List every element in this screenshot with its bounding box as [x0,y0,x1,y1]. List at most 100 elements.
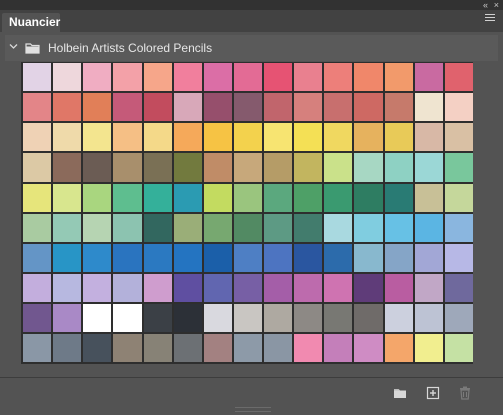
color-swatch[interactable] [444,153,473,182]
color-swatch[interactable] [53,153,82,182]
color-swatch[interactable] [354,243,383,272]
color-swatch[interactable] [23,63,52,92]
color-swatch[interactable] [53,213,82,242]
color-swatch[interactable] [324,183,353,212]
color-swatch[interactable] [294,63,323,92]
color-swatch[interactable] [414,304,443,333]
color-swatch[interactable] [324,243,353,272]
color-swatch[interactable] [233,243,262,272]
color-swatch[interactable] [384,183,413,212]
color-swatch[interactable] [444,183,473,212]
color-swatch[interactable] [354,123,383,152]
color-swatch[interactable] [294,243,323,272]
color-swatch[interactable] [203,304,232,333]
color-swatch[interactable] [203,273,232,302]
color-swatch[interactable] [83,153,112,182]
chevron-down-icon[interactable] [8,41,19,52]
color-swatch[interactable] [354,213,383,242]
color-swatch[interactable] [53,243,82,272]
color-swatch[interactable] [113,93,142,122]
color-swatch[interactable] [384,93,413,122]
color-swatch[interactable] [444,213,473,242]
color-swatch[interactable] [264,243,293,272]
color-swatch[interactable] [444,243,473,272]
color-swatch[interactable] [143,123,172,152]
color-swatch[interactable] [173,153,202,182]
color-swatch[interactable] [384,334,413,363]
color-swatch[interactable] [294,153,323,182]
color-swatch[interactable] [444,273,473,302]
color-swatch[interactable] [384,243,413,272]
color-swatch[interactable] [414,63,443,92]
color-swatch[interactable] [264,63,293,92]
color-swatch[interactable] [113,243,142,272]
color-swatch[interactable] [23,183,52,212]
color-swatch[interactable] [173,304,202,333]
color-swatch[interactable] [233,63,262,92]
color-swatch[interactable] [53,63,82,92]
new-swatch-icon[interactable] [425,385,441,401]
color-swatch[interactable] [264,153,293,182]
color-swatch[interactable] [173,213,202,242]
color-swatch[interactable] [264,213,293,242]
color-swatch[interactable] [233,153,262,182]
color-swatch[interactable] [324,63,353,92]
color-swatch[interactable] [354,183,383,212]
color-swatch[interactable] [444,334,473,363]
panel-menu-icon[interactable] [485,14,495,23]
color-swatch[interactable] [173,93,202,122]
color-swatch[interactable] [264,273,293,302]
color-swatch[interactable] [83,93,112,122]
color-swatch[interactable] [203,123,232,152]
swatch-group-header[interactable]: Holbein Artists Colored Pencils [5,35,498,61]
color-swatch[interactable] [294,123,323,152]
color-swatch[interactable] [233,123,262,152]
color-swatch[interactable] [233,334,262,363]
color-swatch[interactable] [294,273,323,302]
color-swatch[interactable] [414,183,443,212]
color-swatch[interactable] [23,304,52,333]
color-swatch[interactable] [294,93,323,122]
color-swatch[interactable] [203,334,232,363]
color-swatch[interactable] [203,153,232,182]
color-swatch[interactable] [53,123,82,152]
color-swatch[interactable] [384,273,413,302]
color-swatch[interactable] [294,334,323,363]
color-swatch[interactable] [324,153,353,182]
color-swatch[interactable] [143,93,172,122]
color-swatch[interactable] [233,273,262,302]
color-swatch[interactable] [203,63,232,92]
color-swatch[interactable] [444,63,473,92]
color-swatch[interactable] [113,123,142,152]
color-swatch[interactable] [83,63,112,92]
color-swatch[interactable] [23,243,52,272]
color-swatch[interactable] [53,183,82,212]
color-swatch[interactable] [83,183,112,212]
color-swatch[interactable] [143,63,172,92]
color-swatch[interactable] [414,334,443,363]
color-swatch[interactable] [324,123,353,152]
color-swatch[interactable] [173,273,202,302]
color-swatch[interactable] [143,334,172,363]
color-swatch[interactable] [173,243,202,272]
color-swatch[interactable] [23,153,52,182]
color-swatch[interactable] [113,304,142,333]
color-swatch[interactable] [384,63,413,92]
color-swatch[interactable] [83,273,112,302]
color-swatch[interactable] [414,93,443,122]
color-swatch[interactable] [143,304,172,333]
color-swatch[interactable] [53,273,82,302]
color-swatch[interactable] [414,273,443,302]
color-swatch[interactable] [203,213,232,242]
new-group-folder-icon[interactable] [392,385,408,401]
color-swatch[interactable] [23,213,52,242]
color-swatch[interactable] [264,334,293,363]
color-swatch[interactable] [264,183,293,212]
color-swatch[interactable] [294,213,323,242]
color-swatch[interactable] [414,213,443,242]
color-swatch[interactable] [384,304,413,333]
color-swatch[interactable] [113,153,142,182]
collapse-panel-icon[interactable]: « [483,0,488,10]
resize-grip[interactable] [235,407,271,412]
color-swatch[interactable] [324,304,353,333]
